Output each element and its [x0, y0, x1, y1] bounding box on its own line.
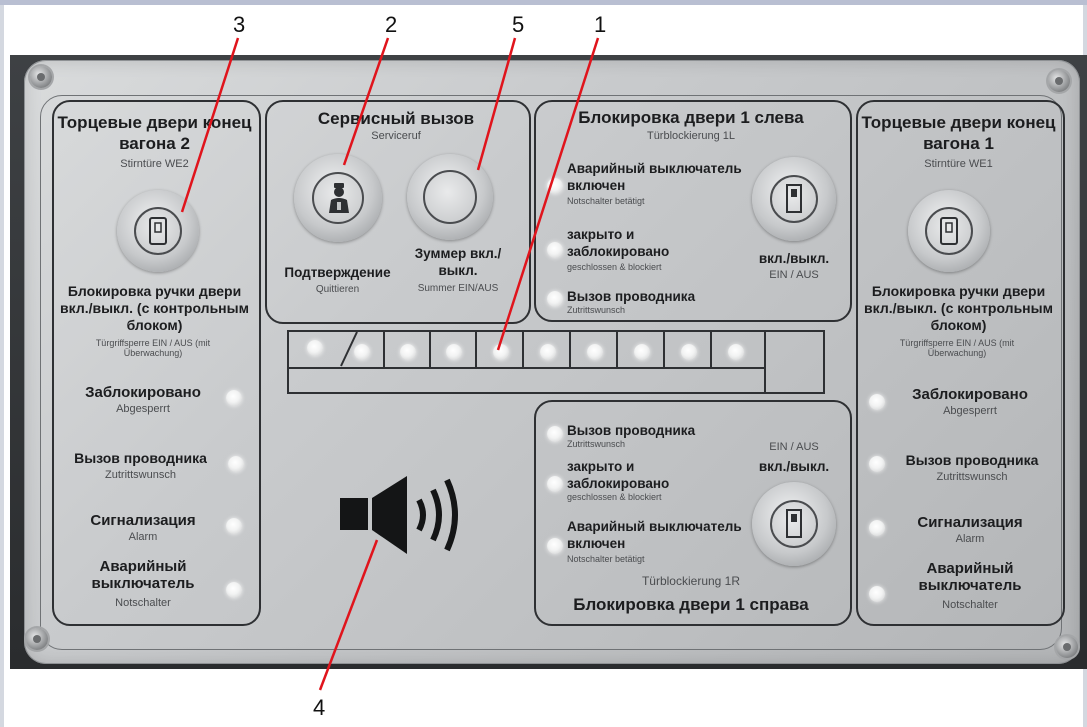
- callout-line-2: [342, 37, 390, 166]
- callout-line-3: [180, 37, 240, 213]
- callout-line-1: [496, 37, 600, 351]
- callout-line-4: [318, 539, 379, 691]
- callout-lines: [180, 37, 600, 691]
- callout-line-5: [476, 37, 517, 171]
